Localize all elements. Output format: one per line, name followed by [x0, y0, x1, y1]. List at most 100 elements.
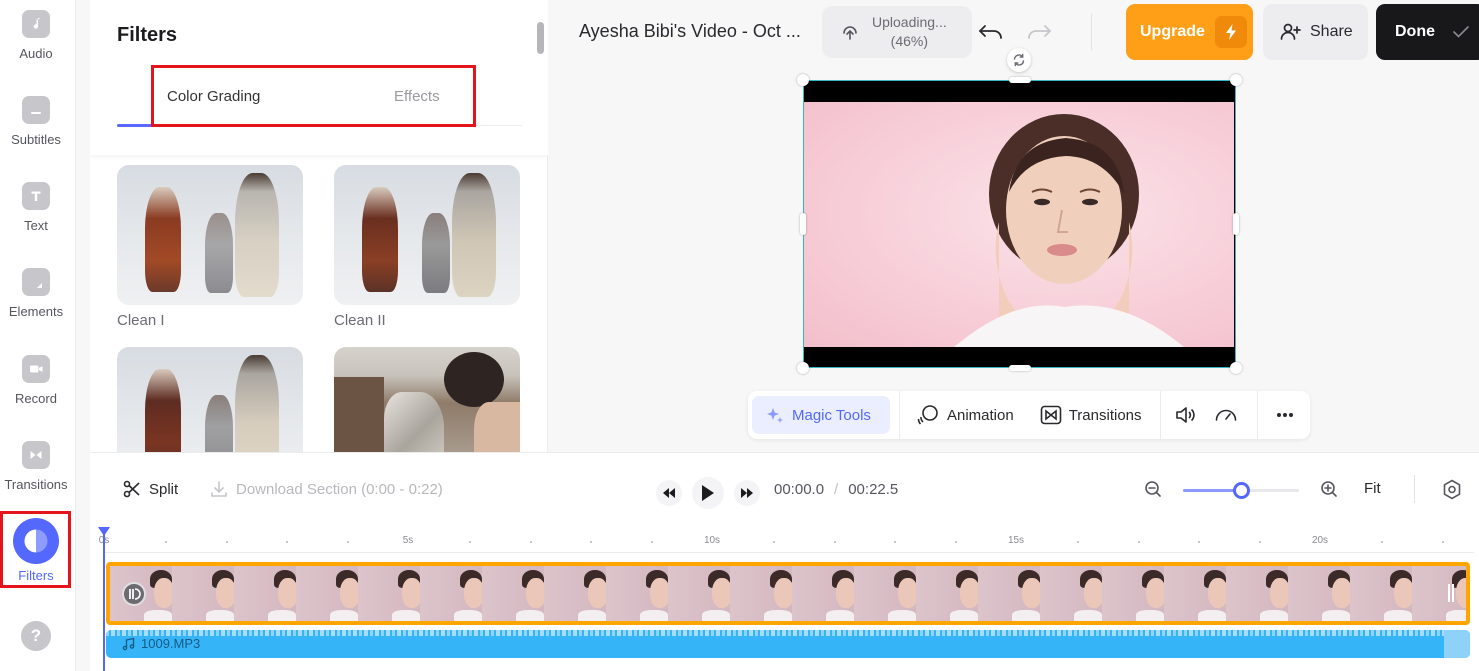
- undo-button[interactable]: [976, 18, 1006, 46]
- lightning-icon: [1214, 16, 1247, 48]
- video-track-frame: [730, 566, 792, 621]
- video-track-frame: [482, 566, 544, 621]
- ruler-tick: [590, 541, 593, 543]
- rewind-icon: [663, 488, 675, 498]
- topbar-divider: [1091, 14, 1092, 50]
- video-track-frame: [1226, 566, 1288, 621]
- ruler-tick: [1076, 541, 1079, 543]
- video-track-frame: [420, 566, 482, 621]
- rail-label: Subtitles: [11, 132, 61, 147]
- undo-icon: [979, 25, 1002, 39]
- filter-3[interactable]: [117, 347, 303, 452]
- upgrade-button[interactable]: Upgrade: [1126, 4, 1253, 60]
- animation-label: Animation: [947, 406, 1014, 424]
- download-icon: [211, 481, 227, 497]
- rail-label: Record: [15, 391, 57, 406]
- share-button[interactable]: Share: [1263, 4, 1368, 60]
- filter-clean-1[interactable]: Clean I: [117, 165, 303, 329]
- track-trim-end-handle[interactable]: [1448, 584, 1454, 602]
- speed-button[interactable]: [1214, 396, 1245, 434]
- camera-icon: [22, 355, 50, 383]
- ruler-tick: [529, 541, 532, 543]
- music-note-icon: [122, 637, 135, 650]
- audio-waveform: [106, 630, 1470, 636]
- timeline-divider: [1414, 475, 1415, 503]
- done-button[interactable]: Done: [1376, 4, 1479, 60]
- filter-4[interactable]: [334, 347, 520, 452]
- ruler-tick-label: 15s: [1007, 535, 1025, 546]
- resize-handle-right[interactable]: [1233, 213, 1239, 235]
- rail-item-audio[interactable]: Audio: [0, 10, 72, 61]
- redo-button[interactable]: [1024, 18, 1054, 46]
- magic-tools-label: Magic Tools: [792, 406, 871, 424]
- timeline-settings-button[interactable]: [1442, 479, 1462, 506]
- rotate-icon: [1013, 53, 1025, 67]
- text-icon: [22, 182, 50, 210]
- fast-forward-icon: [741, 488, 753, 498]
- rail-item-text[interactable]: Text: [0, 182, 72, 233]
- video-preview[interactable]: [797, 74, 1242, 374]
- upgrade-label: Upgrade: [1140, 23, 1205, 40]
- fast-forward-button[interactable]: [734, 480, 760, 506]
- help-button[interactable]: ?: [0, 621, 72, 651]
- gear-icon: [1443, 479, 1461, 500]
- animation-button[interactable]: Animation: [916, 396, 1014, 434]
- zoom-in-button[interactable]: [1319, 479, 1339, 504]
- current-time: 00:00.0: [774, 481, 825, 498]
- more-options-button[interactable]: [1276, 396, 1301, 434]
- zoom-slider-knob[interactable]: [1233, 482, 1250, 499]
- play-button[interactable]: [692, 477, 724, 509]
- total-time: 00:22.5: [848, 481, 899, 498]
- audio-file-name: 1009.MP3: [141, 636, 201, 651]
- video-track[interactable]: [106, 562, 1470, 625]
- zoom-in-icon: [1321, 481, 1337, 497]
- timeline-ruler[interactable]: 0s5s10s15s20s: [99, 527, 1474, 553]
- filter-preview-image: [334, 165, 520, 305]
- resize-handle-bottom-left[interactable]: [797, 362, 809, 374]
- ruler-tick: [164, 541, 167, 543]
- video-track-frame: [1102, 566, 1164, 621]
- rotate-button[interactable]: [1007, 48, 1031, 72]
- zoom-slider[interactable]: [1183, 482, 1299, 499]
- ruler-tick-label: 10s: [703, 535, 721, 546]
- resize-handle-left[interactable]: [800, 213, 806, 235]
- transitions-button[interactable]: Transitions: [1040, 396, 1142, 434]
- project-title[interactable]: Ayesha Bibi's Video - Oct ...: [579, 21, 801, 42]
- filter-preview-image: [117, 165, 303, 305]
- preview-canvas: Magic Tools Animation Transitions: [548, 48, 1479, 452]
- video-track-frame: [358, 566, 420, 621]
- split-button[interactable]: Split: [123, 480, 178, 498]
- upload-cloud-icon: [843, 26, 857, 40]
- playhead[interactable]: [98, 527, 110, 671]
- resize-handle-top-left[interactable]: [797, 74, 809, 86]
- ruler-tick: [1259, 541, 1262, 543]
- filter-label: Clean II: [334, 312, 386, 329]
- resize-handle-bottom[interactable]: [1009, 365, 1031, 371]
- zoom-out-button[interactable]: [1143, 479, 1163, 504]
- rail-item-subtitles[interactable]: Subtitles: [0, 96, 72, 147]
- animation-icon: [917, 405, 938, 425]
- ruler-tick: [1380, 541, 1383, 543]
- download-section-button[interactable]: Download Section (0:00 - 0:22): [210, 480, 443, 498]
- volume-button[interactable]: [1175, 396, 1204, 434]
- rewind-button[interactable]: [656, 480, 682, 506]
- resize-handle-bottom-right[interactable]: [1230, 362, 1242, 374]
- rail-item-transitions[interactable]: Transitions: [0, 441, 72, 492]
- filter-preview-image: [117, 347, 303, 452]
- magic-tools-button[interactable]: Magic Tools: [752, 396, 890, 434]
- panel-scrollbar[interactable]: [537, 22, 544, 54]
- rail-item-elements[interactable]: Elements: [0, 268, 72, 319]
- redo-icon: [1028, 25, 1051, 39]
- filters-highlight-box: [0, 511, 71, 588]
- resize-handle-top-right[interactable]: [1230, 74, 1242, 86]
- track-trim-start-handle[interactable]: [122, 582, 146, 606]
- filter-clean-2[interactable]: Clean II: [334, 165, 520, 329]
- rail-item-record[interactable]: Record: [0, 355, 72, 406]
- ruler-tick: [1441, 541, 1444, 543]
- time-display: 00:00.0 / 00:22.5: [774, 481, 898, 498]
- resize-handle-top[interactable]: [1009, 77, 1031, 83]
- audio-track-label: 1009.MP3: [122, 636, 200, 651]
- fit-button[interactable]: Fit: [1364, 480, 1381, 497]
- time-separator: /: [834, 481, 839, 498]
- audio-track[interactable]: 1009.MP3: [106, 630, 1470, 658]
